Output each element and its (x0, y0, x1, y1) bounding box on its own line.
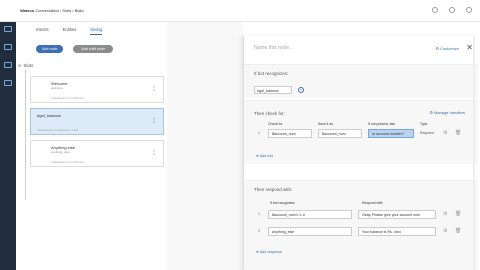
tree-root[interactable]: ⊖ Slots (18, 63, 33, 68)
add-child-node-button[interactable]: Add child node (73, 45, 114, 53)
delete-icon[interactable]: 🗑 (455, 211, 461, 217)
response-condition-input[interactable]: $account_num!=-1 # (268, 210, 352, 219)
gear-icon: ⚙ (435, 46, 439, 51)
manage-handlers-link[interactable]: ⚙ Manage handlers (429, 110, 465, 115)
plus-icon: ⊕ (256, 250, 260, 254)
help-icon[interactable] (432, 7, 438, 13)
response-row-number: 1 (258, 212, 260, 216)
gear-icon: ⚙ (429, 110, 433, 115)
breadcrumb-build: Build (74, 8, 84, 13)
add-condition-icon[interactable]: + (298, 87, 304, 93)
analytics-icon[interactable] (4, 62, 12, 68)
more-options-icon[interactable]: ⋮ (151, 150, 157, 156)
response-condition-input[interactable]: anything_else (268, 227, 352, 236)
deploy-icon[interactable] (4, 80, 12, 86)
tab-intents[interactable]: Intents (36, 27, 49, 35)
add-node-button[interactable]: Add node (36, 45, 64, 53)
brand-name: Watson (20, 8, 35, 13)
slot-type-value[interactable]: Required (420, 131, 434, 135)
node-get-balance[interactable]: #get_balance 2 Responses / 0 Context set… (30, 108, 164, 135)
responses-section: Then respond with: (244, 180, 478, 270)
response-row-number: 2 (258, 229, 260, 233)
manage-handlers-label: Manage handlers (434, 110, 465, 115)
top-bar: Watson Conversation / Slots / Build (0, 0, 480, 22)
condition-input[interactable]: #get_balance (254, 86, 292, 94)
response-text-input[interactable]: Your balance is Rs. xxxx (358, 227, 436, 236)
settings-icon[interactable]: ⚙ (443, 211, 447, 217)
response-text-input[interactable]: Okay. Please give your account num (358, 210, 436, 219)
add-slot-label: Add slot (259, 154, 273, 158)
settings-icon[interactable] (449, 7, 455, 13)
node-meta: 2 Responses / 0 Context set / 1 slot (37, 129, 78, 132)
close-icon[interactable]: ✕ (466, 43, 473, 52)
col-type: Type (420, 122, 428, 126)
tab-entities[interactable]: Entities (63, 27, 77, 35)
node-title: #get_balance (37, 113, 62, 118)
left-nav (0, 0, 16, 270)
panel-scrollbar[interactable] (473, 36, 475, 270)
add-response-link[interactable]: ⊕ Add response (256, 250, 282, 254)
plus-icon: ⊕ (256, 154, 260, 158)
node-editor-panel: Name this node... ⚙ Customize ✕ If bot r… (243, 36, 478, 270)
node-condition: welcome (51, 86, 63, 90)
breadcrumb: Watson Conversation / Slots / Build (20, 8, 84, 13)
node-meta: 1 Responses / 0 Context set (51, 161, 84, 164)
col-if-not-present: If not present, ask (368, 122, 395, 126)
breadcrumb-workspace[interactable]: Slots (62, 8, 71, 13)
slot-row-number: 1 (258, 131, 260, 135)
add-slot-link[interactable]: ⊕ Add slot (256, 154, 273, 158)
tools-icon[interactable] (4, 26, 12, 32)
more-options-icon[interactable]: ⋮ (151, 86, 157, 92)
customize-label: Customize (440, 46, 459, 51)
node-anything-else[interactable]: Anything else anything_else 1 Responses … (30, 140, 164, 167)
slot-save-as-input[interactable]: $account_num (318, 129, 362, 138)
node-name-field[interactable]: Name this node... (254, 45, 293, 51)
tree-line (25, 70, 26, 200)
customize-link[interactable]: ⚙ Customize (435, 46, 459, 51)
tab-dialog[interactable]: Dialog (90, 27, 103, 35)
col-respond-with: Respond with (362, 201, 383, 205)
tab-bar: Intents Entities Dialog (36, 27, 103, 35)
node-welcome[interactable]: Welcome welcome 1 Responses / 0 Context … (30, 76, 164, 103)
product-name: Conversation (35, 8, 59, 13)
col-save-as: Save it as (318, 122, 333, 126)
col-check-for: Check for (268, 122, 283, 126)
if-bot-recognizes-label: If bot recognizes: (254, 71, 289, 76)
improve-icon[interactable] (4, 44, 12, 50)
then-respond-with-label: Then respond with: (254, 187, 293, 192)
more-options-icon[interactable]: ⋮ (151, 118, 157, 124)
node-condition: anything_else (51, 150, 70, 154)
node-meta: 1 Responses / 0 Context set (51, 97, 84, 100)
settings-icon[interactable]: ⚙ (443, 228, 447, 234)
slot-check-for-input[interactable]: $account_num (268, 129, 312, 138)
delete-icon[interactable]: 🗑 (455, 228, 461, 234)
then-check-for-label: Then check for: (254, 111, 286, 116)
slot-prompt-input[interactable]: ur account number? (368, 129, 414, 138)
panel-overlay (167, 22, 243, 270)
settings-icon[interactable]: ⚙ (443, 130, 447, 136)
chat-icon[interactable] (466, 7, 472, 13)
add-response-label: Add response (259, 250, 283, 254)
tree-root-label: Slots (23, 63, 34, 68)
folder-icon: ⊖ (18, 63, 22, 68)
col-if-bot-recognizes: If bot recognizes (270, 201, 295, 205)
delete-icon[interactable]: 🗑 (455, 130, 461, 136)
